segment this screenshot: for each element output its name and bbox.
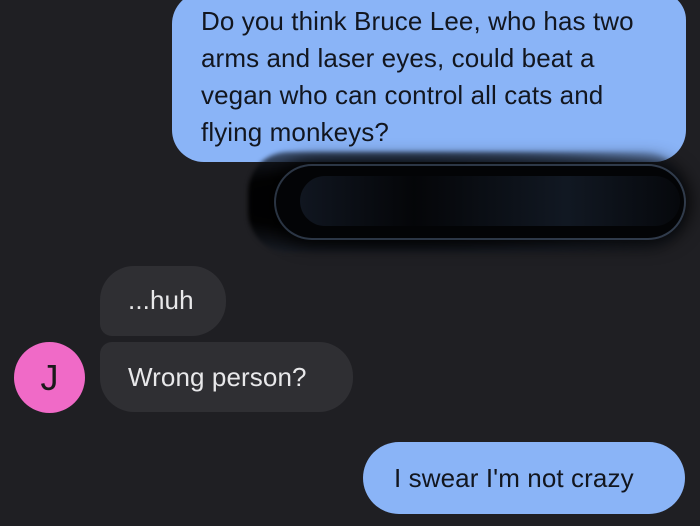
outgoing-message-bubble[interactable]: Do you think Bruce Lee, who has two arms… [172, 0, 686, 162]
contact-avatar[interactable]: J [14, 342, 85, 413]
message-text: Do you think Bruce Lee, who has two arms… [201, 6, 634, 147]
message-text: ...huh [128, 285, 194, 315]
avatar-initial: J [40, 357, 59, 398]
outgoing-message-bubble[interactable]: I swear I'm not crazy [363, 442, 685, 514]
chat-screen: Do you think Bruce Lee, who has two arms… [0, 0, 700, 526]
incoming-message-bubble[interactable]: Wrong person? [100, 342, 353, 412]
message-text: Wrong person? [128, 362, 307, 392]
redaction-streak [300, 176, 680, 226]
incoming-message-bubble[interactable]: ...huh [100, 266, 226, 336]
message-text: I swear I'm not crazy [394, 463, 634, 493]
